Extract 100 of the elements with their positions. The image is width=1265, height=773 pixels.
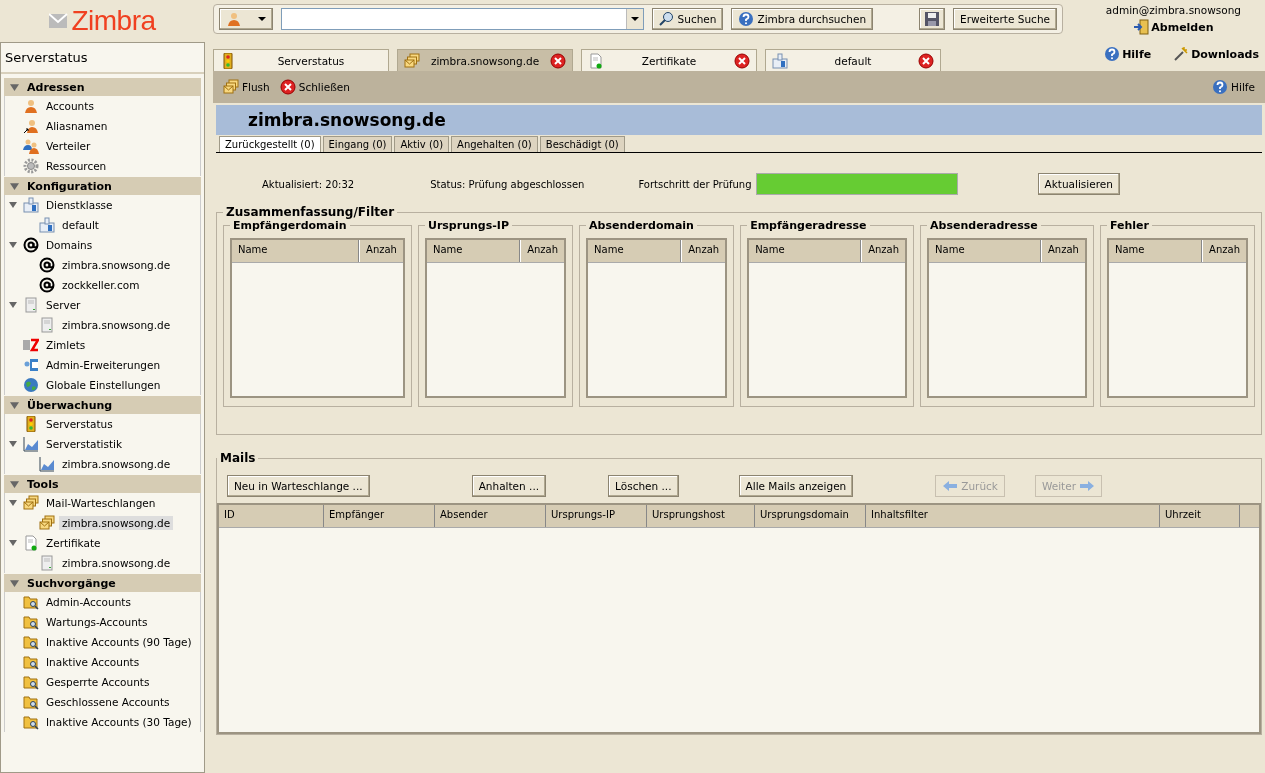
tab[interactable]: Zertifikate	[581, 49, 757, 71]
column-header[interactable]: Name	[232, 240, 360, 262]
person-icon	[226, 11, 242, 27]
column-header[interactable]: Ursprungs-IP	[546, 505, 647, 527]
tree-item[interactable]: Server	[43, 298, 84, 312]
caret-icon[interactable]	[630, 17, 639, 21]
flush-button[interactable]: Flush	[223, 79, 270, 95]
tree-item[interactable]: Wartungs-Accounts	[43, 615, 151, 629]
action-button[interactable]: Löschen ...	[608, 475, 679, 497]
tree-item[interactable]: zimbra.snowsong.de	[59, 556, 174, 570]
tree-item[interactable]: Gesperrte Accounts	[43, 675, 153, 689]
tab[interactable]: Aktiv (0)	[394, 136, 450, 152]
expand-triangle-icon[interactable]	[10, 578, 19, 588]
server-icon	[39, 317, 55, 333]
tab[interactable]: Eingang (0)	[322, 136, 393, 152]
expand-triangle-icon[interactable]	[9, 499, 19, 507]
column-header[interactable]: Name	[929, 240, 1041, 262]
tree-item[interactable]: Serverstatistik	[43, 437, 126, 451]
tab[interactable]: Zurückgestellt (0)	[219, 136, 321, 152]
logout-link[interactable]: Abmelden	[1133, 19, 1214, 35]
at-sign-icon	[23, 237, 39, 253]
column-header[interactable]: ID	[219, 505, 324, 527]
tree-item[interactable]: Aliasnamen	[43, 119, 111, 133]
action-button[interactable]: Neu in Warteschlange ...	[227, 475, 370, 497]
downloads-link[interactable]: Downloads	[1173, 46, 1259, 62]
tree-item[interactable]: Inaktive Accounts (30 Tage)	[43, 715, 195, 729]
action-button[interactable]: Alle Mails anzeigen	[738, 475, 854, 497]
column-header[interactable]: Name	[1108, 240, 1203, 262]
action-button[interactable]: Anhalten ...	[471, 475, 547, 497]
column-header[interactable]: Ursprungsdomain	[755, 505, 866, 527]
tree-item[interactable]: zockkeller.com	[59, 278, 143, 292]
search-folder-icon	[23, 594, 39, 610]
tree-item[interactable]: Admin-Erweiterungen	[43, 358, 164, 372]
tree-item[interactable]: Inaktive Accounts (90 Tage)	[43, 635, 195, 649]
column-header[interactable]: Anzah	[861, 240, 906, 262]
tab[interactable]: Beschädigt (0)	[539, 136, 625, 152]
section-header[interactable]: Konfiguration	[4, 177, 201, 195]
status-label: Status:	[430, 178, 467, 190]
expand-triangle-icon[interactable]	[10, 400, 19, 410]
tab[interactable]: Serverstatus	[213, 49, 389, 71]
tab[interactable]: default	[765, 49, 941, 71]
save-search-button[interactable]	[919, 8, 946, 30]
refresh-button[interactable]: Aktualisieren	[1037, 173, 1120, 195]
close-icon[interactable]	[918, 52, 934, 69]
tree-item[interactable]: zimbra.snowsong.de	[59, 457, 174, 471]
tree-item[interactable]: Verteiler	[43, 139, 94, 153]
column-header[interactable]: Empfänger	[324, 505, 435, 527]
search-zimbra-button[interactable]: Zimbra durchsuchen	[731, 8, 874, 30]
tree-item[interactable]: Dienstklasse	[43, 198, 116, 212]
expand-triangle-icon[interactable]	[10, 181, 19, 191]
expand-triangle-icon[interactable]	[10, 82, 19, 92]
expand-triangle-icon[interactable]	[9, 301, 19, 309]
section-header[interactable]: Suchvorgänge	[4, 574, 201, 592]
caret-icon[interactable]	[257, 17, 266, 21]
tree-item[interactable]: Domains	[43, 238, 96, 252]
column-header[interactable]: Name	[588, 240, 682, 262]
tree-item[interactable]: default	[59, 218, 102, 232]
column-header[interactable]: Anzah	[681, 240, 726, 262]
tree-item[interactable]: Admin-Accounts	[43, 595, 134, 609]
close-icon[interactable]	[734, 52, 750, 69]
expand-triangle-icon[interactable]	[9, 241, 19, 249]
close-icon[interactable]	[550, 52, 566, 69]
section-header[interactable]: Adressen	[4, 78, 201, 96]
column-header[interactable]: Ursprungshost	[647, 505, 755, 527]
tree-item[interactable]: Zertifikate	[43, 536, 104, 550]
column-header[interactable]: Absender	[435, 505, 546, 527]
tree-item[interactable]: Serverstatus	[43, 417, 116, 431]
expand-triangle-icon[interactable]	[9, 440, 19, 448]
tree-item[interactable]: zimbra.snowsong.de	[59, 318, 174, 332]
tree-item[interactable]: Ressourcen	[43, 159, 110, 173]
help-link[interactable]: Hilfe	[1104, 46, 1152, 62]
column-header[interactable]: Anzah	[1041, 240, 1085, 262]
help-button[interactable]: Hilfe	[1212, 79, 1255, 95]
tree-item[interactable]: Mail-Warteschlangen	[43, 496, 159, 510]
advanced-search-button[interactable]: Erweiterte Suche	[953, 8, 1057, 30]
tree-item[interactable]: Geschlossene Accounts	[43, 695, 173, 709]
tree-item[interactable]: Globale Einstellungen	[43, 378, 164, 392]
section-header[interactable]: Überwachung	[4, 396, 201, 414]
column-header[interactable]: Name	[426, 240, 521, 262]
column-header[interactable]: Uhrzeit	[1160, 505, 1240, 527]
tree-item[interactable]: Zimlets	[43, 338, 89, 352]
expand-triangle-icon[interactable]	[10, 479, 19, 489]
search-button[interactable]: Suchen	[651, 8, 724, 30]
column-header[interactable]: Name	[749, 240, 862, 262]
column-header[interactable]: Anzah	[520, 240, 565, 262]
column-header[interactable]: Inhaltsfilter	[866, 505, 1160, 527]
column-header[interactable]: Anzah	[359, 240, 403, 262]
tree-item[interactable]: Accounts	[43, 99, 97, 113]
tree-item[interactable]: zimbra.snowsong.de	[59, 516, 174, 530]
tab[interactable]: Angehalten (0)	[451, 136, 538, 152]
close-button[interactable]: Schließen	[279, 79, 350, 95]
section-header[interactable]: Tools	[4, 475, 201, 493]
search-type-dropdown[interactable]	[219, 8, 273, 30]
expand-triangle-icon[interactable]	[9, 201, 19, 209]
tree-item[interactable]: zimbra.snowsong.de	[59, 258, 174, 272]
tab[interactable]: zimbra.snowsong.de	[397, 49, 573, 71]
search-field[interactable]	[280, 8, 644, 30]
column-header[interactable]: Anzah	[1202, 240, 1246, 262]
tree-item[interactable]: Inaktive Accounts	[43, 655, 143, 669]
expand-triangle-icon[interactable]	[9, 539, 19, 547]
